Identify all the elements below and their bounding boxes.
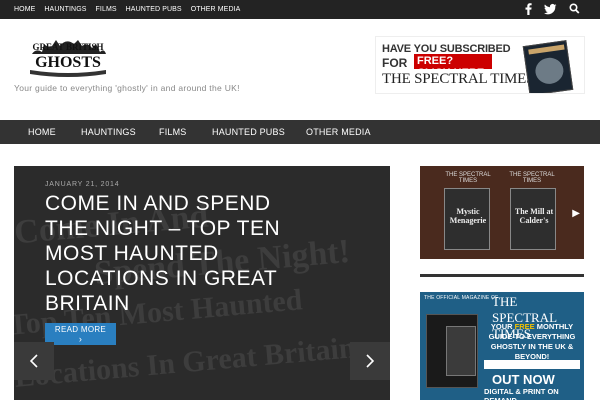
facebook-icon[interactable]: [525, 3, 532, 15]
main-nav-films[interactable]: FILMS: [159, 127, 187, 137]
chevron-left-icon: [30, 354, 38, 368]
book-carousel-widget[interactable]: THE SPECTRAL TIMES THE SPECTRAL TIMES My…: [420, 166, 584, 259]
banner-masthead: THE SPECTRAL TIMES: [382, 71, 535, 87]
slider-next-button[interactable]: [350, 342, 390, 380]
carousel-next-icon[interactable]: ▶: [572, 208, 580, 219]
top-nav-films[interactable]: FILMS: [96, 6, 117, 13]
slider-prev-button[interactable]: [14, 342, 54, 380]
magazine-cover-image: [522, 40, 574, 93]
chevron-right-icon: ›: [78, 334, 83, 344]
magazine-ad-widget[interactable]: THE OFFICIAL MAGAZINE OF THE SPECTRAL TI…: [420, 292, 584, 400]
top-nav-other-media[interactable]: OTHER MEDIA: [191, 6, 241, 13]
featured-slider[interactable]: Come In And Spend The Night! Top Ten Mos…: [14, 166, 390, 400]
blurb-your: YOUR: [490, 322, 513, 331]
blurb-free: FREE: [514, 322, 535, 331]
book-cover[interactable]: Mystic Menagerie: [444, 188, 490, 250]
social-icons: [525, 3, 580, 15]
book-title: The Mill at Calder's: [514, 207, 554, 225]
out-now-label: OUT NOW: [492, 372, 555, 387]
sidebar-divider: [420, 274, 584, 277]
top-nav-home[interactable]: HOME: [14, 6, 35, 13]
magazine-blurb: YOUR FREE MONTHLY GUIDE TO EVERYTHING GH…: [482, 322, 582, 362]
site-logo[interactable]: GREAT BRITISH GHOSTS: [26, 34, 110, 78]
top-bar: HOME HAUNTINGS FILMS HAUNTED PUBS OTHER …: [0, 0, 600, 19]
svg-text:GHOSTS: GHOSTS: [35, 54, 101, 71]
store-logos-strip: [484, 360, 580, 369]
book-cover[interactable]: The Mill at Calder's: [510, 188, 556, 250]
read-more-label: READ MORE: [54, 325, 107, 334]
book-caption: THE SPECTRAL TIMES: [509, 172, 555, 184]
banner-line-2a: FOR: [382, 56, 408, 70]
magazine-cover-image: [446, 326, 476, 376]
top-nav: HOME HAUNTINGS FILMS HAUNTED PUBS OTHER …: [14, 0, 249, 19]
slide-date: JANUARY 21, 2014: [45, 181, 120, 188]
book-title: Mystic Menagerie: [449, 207, 487, 225]
top-nav-haunted-pubs[interactable]: HAUNTED PUBS: [126, 6, 182, 13]
main-nav-home[interactable]: HOME: [28, 127, 56, 137]
book-caption: THE SPECTRAL TIMES: [445, 172, 491, 184]
read-more-button[interactable]: READ MORE ›: [45, 323, 116, 345]
search-icon[interactable]: [569, 3, 580, 15]
main-nav-hauntings[interactable]: HAUNTINGS: [81, 127, 136, 137]
top-nav-hauntings[interactable]: HAUNTINGS: [44, 6, 86, 13]
twitter-icon[interactable]: [544, 3, 557, 15]
digital-print-label: DIGITAL & PRINT ON DEMAND: [484, 387, 559, 400]
main-nav-other-media[interactable]: OTHER MEDIA: [306, 127, 371, 137]
main-nav: HOME HAUNTINGS FILMS HAUNTED PUBS OTHER …: [0, 120, 600, 144]
banner-click-here[interactable]: FREE? CLICK HERE: [414, 54, 492, 79]
svg-text:GREAT BRITISH: GREAT BRITISH: [33, 42, 104, 52]
official-magazine-label: THE OFFICIAL MAGAZINE OF: [424, 295, 499, 301]
chevron-right-icon: [366, 354, 374, 368]
site-tagline: Your guide to everything 'ghostly' in an…: [14, 83, 240, 93]
subscribe-banner[interactable]: HAVE YOU SUBSCRIBED FOR FREE? CLICK HERE…: [375, 36, 585, 94]
slide-headline[interactable]: COME IN AND SPEND THE NIGHT – TOP TEN MO…: [45, 191, 305, 316]
main-nav-haunted-pubs[interactable]: HAUNTED PUBS: [212, 127, 285, 137]
